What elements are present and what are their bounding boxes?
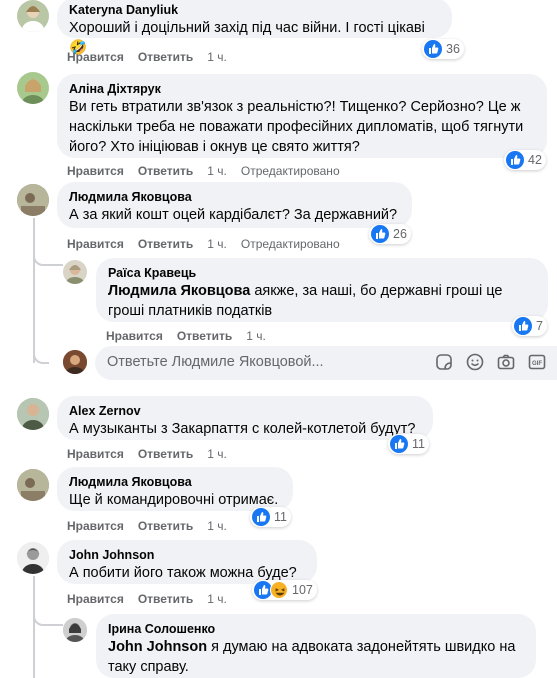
reaction-number: 107 (292, 583, 313, 597)
haha-icon (270, 581, 288, 599)
avatar[interactable] (63, 260, 87, 284)
like-icon (506, 151, 524, 169)
input-tools: GIF (434, 352, 557, 372)
avatar[interactable] (17, 398, 49, 430)
reaction-count[interactable]: 36 (422, 39, 464, 59)
thread-line (33, 346, 49, 364)
comment-author[interactable]: Людмила Яковцова (69, 189, 400, 205)
comment-actions: Нравится Ответить 1 ч. Отредактировано (67, 237, 354, 251)
like-button[interactable]: Нравится (67, 237, 124, 251)
timestamp[interactable]: 1 ч. (207, 519, 227, 533)
like-icon (371, 225, 389, 243)
like-icon (424, 40, 442, 58)
gif-icon[interactable]: GIF (527, 352, 547, 372)
mention-link[interactable]: Людмила Яковцова (108, 283, 250, 299)
comment-author[interactable]: Людмила Яковцова (69, 474, 281, 490)
reply-actions: Нравится Ответить 1 ч. (106, 329, 280, 343)
comment: Kateryna Danyliuk Хороший і доцільний за… (0, 0, 557, 68)
reply-button[interactable]: Ответить (138, 237, 193, 251)
comment-bubble: Alex Zernov А музыканты з Закарпаття с к… (57, 396, 433, 440)
reply-text: John Johnson я думаю на адвоката задоней… (108, 637, 524, 677)
comment-actions: Нравится Ответить 1 ч. (67, 447, 241, 461)
timestamp[interactable]: 1 ч. (207, 237, 227, 251)
avatar[interactable] (63, 350, 87, 374)
reaction-number: 42 (528, 153, 542, 167)
comment-author[interactable]: Alex Zernov (69, 403, 421, 419)
timestamp[interactable]: 1 ч. (207, 50, 227, 64)
comment-actions: Нравится Ответить 1 ч. Отредактировано (67, 164, 354, 178)
reaction-number: 36 (446, 42, 460, 56)
comment-actions: Нравится Ответить 1 ч. (67, 592, 241, 606)
edited-label: Отредактировано (240, 164, 340, 178)
reaction-count[interactable]: 11 (388, 434, 429, 454)
reply-input-placeholder: Ответьте Людмиле Яковцовой... (107, 354, 324, 370)
avatar[interactable] (63, 618, 87, 642)
reply-button[interactable]: Ответить (138, 592, 193, 606)
like-button[interactable]: Нравится (67, 447, 124, 461)
comment-actions: Нравится Ответить 1 ч. (67, 50, 241, 64)
reaction-number: 26 (393, 227, 407, 241)
reply-text: Людмила Яковцова аякже, за наші, бо держ… (108, 281, 536, 321)
emoji-icon[interactable] (465, 352, 485, 372)
reaction-number: 7 (536, 319, 543, 333)
comment: Alex Zernov А музыканты з Закарпаття с к… (0, 396, 557, 464)
camera-icon[interactable] (496, 352, 516, 372)
like-icon (252, 508, 270, 526)
reaction-count[interactable]: 26 (369, 224, 411, 244)
svg-text:GIF: GIF (532, 361, 542, 367)
comment: Аліна Діхтярук Ви геть втратили зв'язок … (0, 70, 557, 180)
comment-bubble: Людмила Яковцова А за який кошт оцей кар… (57, 182, 412, 228)
like-button[interactable]: Нравится (67, 592, 124, 606)
reply-bubble: Раїса Кравець Людмила Яковцова аякже, за… (96, 258, 548, 322)
reply-button[interactable]: Ответить (138, 519, 193, 533)
like-button[interactable]: Нравится (106, 329, 163, 343)
comment-bubble: Людмила Яковцова Ще й командировочні отр… (57, 467, 293, 511)
comment-text: А за який кошт оцей кардібалєт? За держа… (69, 207, 398, 223)
avatar[interactable] (17, 469, 49, 501)
comment-author[interactable]: Аліна Діхтярук (69, 81, 535, 97)
reply-author[interactable]: Ірина Солошенко (108, 621, 524, 637)
comment-author[interactable]: John Johnson (69, 547, 305, 563)
comment-actions: Нравится Ответить 1 ч. (67, 519, 241, 533)
reaction-count[interactable]: 7 (512, 316, 547, 336)
avatar[interactable] (17, 184, 49, 216)
reply-button[interactable]: Ответить (138, 50, 193, 64)
reaction-count[interactable]: 107 (252, 580, 317, 600)
avatar[interactable] (17, 0, 49, 32)
comment-text: Ще й командировочні отримає. (69, 492, 279, 508)
like-icon (514, 317, 532, 335)
timestamp[interactable]: 1 ч. (246, 329, 266, 343)
comment-author[interactable]: Kateryna Danyliuk (69, 2, 440, 18)
comment-text: Ви геть втратили зв'язок з реальністю?! … (69, 99, 524, 155)
like-button[interactable]: Нравится (67, 50, 124, 64)
comment: John Johnson А побити його також можна б… (0, 540, 557, 610)
reaction-number: 11 (274, 510, 287, 524)
reply-author[interactable]: Раїса Кравець (108, 265, 536, 281)
like-button[interactable]: Нравится (67, 519, 124, 533)
reaction-number: 11 (412, 437, 425, 451)
like-icon (390, 435, 408, 453)
comment-bubble: Аліна Діхтярук Ви геть втратили зв'язок … (57, 74, 547, 158)
comment: Людмила Яковцова Ще й командировочні отр… (0, 467, 557, 535)
timestamp[interactable]: 1 ч. (207, 164, 227, 178)
sticker-icon[interactable] (434, 352, 454, 372)
comment-bubble: Kateryna Danyliuk Хороший і доцільний за… (57, 0, 452, 56)
comment-bubble: John Johnson А побити його також можна б… (57, 540, 317, 584)
reply-button[interactable]: Ответить (177, 329, 232, 343)
comment-text: А музыканты з Закарпаття с колей-котлето… (69, 421, 416, 437)
timestamp[interactable]: 1 ч. (207, 592, 227, 606)
edited-label: Отредактировано (240, 237, 340, 251)
avatar[interactable] (17, 542, 49, 574)
reply-button[interactable]: Ответить (138, 164, 193, 178)
reply: Ірина Солошенко John Johnson я думаю на … (0, 614, 557, 678)
mention-link[interactable]: John Johnson (108, 639, 207, 655)
reaction-count[interactable]: 11 (250, 507, 291, 527)
reply-bubble: Ірина Солошенко John Johnson я думаю на … (96, 614, 536, 678)
timestamp[interactable]: 1 ч. (207, 447, 227, 461)
reaction-count[interactable]: 42 (504, 150, 546, 170)
avatar[interactable] (17, 72, 49, 104)
like-button[interactable]: Нравится (67, 164, 124, 178)
reply: Раїса Кравець Людмила Яковцова аякже, за… (0, 258, 557, 343)
reply-button[interactable]: Ответить (138, 447, 193, 461)
